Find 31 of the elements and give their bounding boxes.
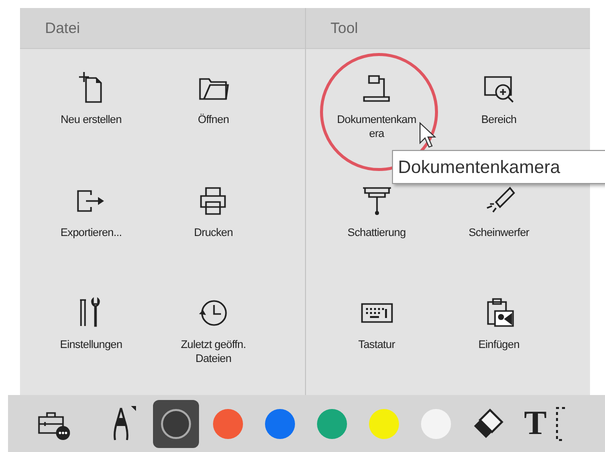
item-label: Neu erstellen (60, 113, 122, 127)
menu-item[interactable]: Bereich (481, 71, 516, 127)
item-label: Zuletzt geöffn. Dateien (180, 338, 247, 366)
item-label: Scheinwerfer (468, 226, 530, 240)
menu-item[interactable]: Tastatur (358, 296, 395, 352)
selection-icon[interactable] (554, 406, 567, 442)
menu-item[interactable]: Dokumentenkamera (336, 71, 418, 141)
menu-item[interactable]: Einfügen (478, 296, 520, 352)
item-label: Tastatur (358, 338, 395, 352)
cursor-icon (419, 122, 437, 148)
item-label: Bereich (481, 113, 516, 127)
menu-item[interactable]: Schattierung (348, 184, 406, 240)
section-title: Datei (45, 20, 80, 36)
menu-item[interactable]: Drucken (194, 184, 233, 240)
item-label: Schattierung (348, 226, 406, 240)
section-title: Tool (330, 20, 358, 36)
item-label: Dokumentenkamera (336, 113, 418, 141)
menu-item[interactable]: Öffnen (196, 71, 230, 127)
menu-item[interactable]: Zuletzt geöffn. Dateien (172, 296, 254, 366)
menu-item[interactable]: Neu erstellen (60, 71, 122, 127)
item-label: Exportieren... (60, 226, 122, 240)
item-label: Öffnen (198, 113, 229, 127)
item-label: Drucken (194, 226, 233, 240)
item-label: Einstellungen (60, 338, 122, 352)
menu-item[interactable]: Einstellungen (60, 296, 122, 352)
text-tool[interactable]: T (524, 404, 547, 442)
menu-item[interactable]: Exportieren... (60, 184, 122, 240)
item-label: Einfügen (478, 338, 520, 352)
menu-item[interactable]: Scheinwerfer (468, 184, 530, 240)
color-swatch[interactable] (153, 400, 199, 448)
tooltip-text: Dokumentenkamera (398, 156, 560, 178)
